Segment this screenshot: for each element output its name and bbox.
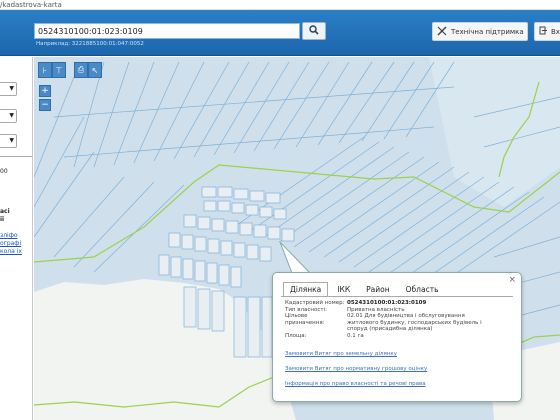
- chevron-down-icon: ▼: [9, 85, 14, 92]
- chevron-down-icon: ▼: [9, 137, 14, 144]
- print-button[interactable]: ⎙: [74, 62, 88, 78]
- close-icon[interactable]: ×: [508, 275, 516, 285]
- sidebar-link-3[interactable]: кола іх: [0, 248, 22, 255]
- order-parcel-extract-link[interactable]: Замовити Витяг про земельну ділянку: [285, 351, 397, 357]
- field-key: Цільове призначення:: [285, 313, 325, 326]
- plus-icon: +: [41, 86, 49, 96]
- sidebar-text-3: ії: [0, 216, 5, 223]
- search-box[interactable]: [34, 23, 300, 39]
- tab-parcel[interactable]: Ділянка: [283, 282, 329, 297]
- sidebar-link-2[interactable]: ографі: [0, 240, 21, 247]
- support-button[interactable]: Технічна підтримка: [432, 22, 528, 41]
- pointer-icon: ↖: [91, 65, 99, 75]
- map-toolbar: ⊦ ⊤ ⎙ ↖: [38, 62, 102, 78]
- chevron-down-icon: ▼: [9, 112, 14, 119]
- cadastral-map[interactable]: ⊦ ⊤ ⎙ ↖ + − × Ділянка ІКК Район Область …: [34, 57, 560, 420]
- sidebar-select-2[interactable]: ▼: [0, 109, 17, 123]
- app-header: Наприклад: 3221885100:01:047:0052 Техніч…: [0, 10, 560, 56]
- sidebar-select-1[interactable]: ▼: [0, 82, 17, 96]
- tab-district[interactable]: Район: [359, 282, 397, 297]
- tools-icon: [437, 25, 447, 38]
- parcel-fields: Кадастровий номер: 0524310100:01:023:010…: [285, 300, 485, 339]
- popup-tabs: Ділянка ІКК Район Область: [283, 282, 446, 297]
- sidebar-text-2: асі: [0, 208, 10, 215]
- support-label: Технічна підтримка: [451, 27, 524, 36]
- ownership-info-link[interactable]: Інформація про право власності та речові…: [285, 381, 426, 387]
- search-button[interactable]: [302, 22, 326, 40]
- zoom-out-button[interactable]: −: [39, 99, 51, 111]
- area-measure-icon: ⊤: [55, 65, 63, 75]
- field-row-purpose: Цільове призначення: 02.01 Для будівницт…: [285, 313, 485, 333]
- field-key: Площа:: [285, 332, 307, 339]
- login-label: Вхід: [551, 27, 560, 36]
- sidebar-text-1: 00: [0, 168, 8, 175]
- browser-url-text: /kadastrova-karta: [0, 1, 62, 9]
- ruler-icon: ⊦: [42, 65, 48, 75]
- field-value: 02.01 Для будівництва і обслуговування ж…: [347, 313, 482, 332]
- cadastral-search-input[interactable]: [35, 24, 299, 38]
- browser-url-bar[interactable]: /kadastrova-karta: [0, 0, 560, 10]
- field-value: 0.1 га: [347, 332, 364, 339]
- ruler-tool-button[interactable]: ⊦: [38, 62, 52, 78]
- sidebar-divider: [0, 156, 32, 157]
- sidebar-select-3[interactable]: ▼: [0, 134, 17, 148]
- area-tool-button[interactable]: ⊤: [52, 62, 66, 78]
- popup-divider: [281, 296, 513, 297]
- left-sidebar: ▼ ▼ ▼ 00 асі ії зліфо ографі кола іх: [0, 57, 33, 420]
- parcel-info-popup: × Ділянка ІКК Район Область Кадастровий …: [272, 272, 522, 402]
- zoom-in-button[interactable]: +: [39, 85, 51, 97]
- print-icon: ⎙: [77, 65, 85, 74]
- search-icon: [309, 25, 319, 37]
- login-icon: [539, 26, 548, 37]
- order-valuation-extract-link[interactable]: Замовити Витяг про нормативну грошову оц…: [285, 366, 427, 372]
- login-button[interactable]: Вхід: [534, 22, 560, 41]
- field-row-area: Площа: 0.1 га: [285, 333, 485, 340]
- popup-pointer: [279, 242, 312, 274]
- minus-icon: −: [41, 100, 49, 110]
- select-tool-button[interactable]: ↖: [88, 62, 102, 78]
- sidebar-link-1[interactable]: зліфо: [0, 232, 18, 239]
- search-hint: Наприклад: 3221885100:01:047:0052: [36, 41, 144, 47]
- tab-region[interactable]: Область: [399, 282, 446, 297]
- tab-ikk[interactable]: ІКК: [330, 282, 357, 297]
